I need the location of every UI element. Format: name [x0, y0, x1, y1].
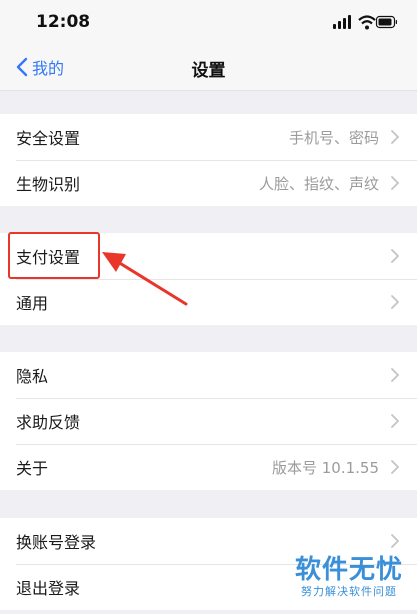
- status-bar: 12:08: [0, 0, 417, 44]
- signal-icon: [333, 15, 351, 29]
- row-label: 隐私: [16, 367, 49, 386]
- chevron-right-icon: [391, 176, 399, 190]
- row-label: 通用: [16, 294, 49, 313]
- row-label: 换账号登录: [16, 533, 97, 552]
- row-value: 人脸、指纹、声纹: [258, 174, 379, 193]
- wifi-icon: [358, 15, 376, 30]
- row-value: 版本号 10.1.55: [271, 458, 379, 477]
- row-label: 求助反馈: [16, 413, 81, 432]
- nav-bar: 我的 设置: [0, 44, 417, 91]
- row-label: 安全设置: [16, 129, 81, 148]
- settings-row-about[interactable]: 关于 版本号 10.1.55: [0, 444, 417, 490]
- watermark-logo: 软件无忧 努力解决软件问题: [295, 555, 403, 599]
- chevron-right-icon: [391, 414, 399, 428]
- chevron-right-icon: [391, 368, 399, 382]
- row-label: 关于: [16, 459, 49, 478]
- chevron-right-icon: [391, 130, 399, 144]
- settings-row-biometric[interactable]: 生物识别 人脸、指纹、声纹: [0, 160, 417, 206]
- settings-row-feedback[interactable]: 求助反馈: [0, 398, 417, 444]
- page-title: 设置: [191, 61, 226, 81]
- settings-group-security: 安全设置 手机号、密码 生物识别 人脸、指纹、声纹: [0, 114, 417, 206]
- settings-row-privacy[interactable]: 隐私: [0, 352, 417, 398]
- settings-row-general[interactable]: 通用: [0, 279, 417, 325]
- status-icons: [333, 14, 398, 30]
- annotation-arrow-icon: [102, 252, 188, 306]
- watermark-sub: 努力解决软件问题: [301, 585, 397, 598]
- status-time: 12:08: [36, 12, 91, 32]
- settings-row-security[interactable]: 安全设置 手机号、密码: [0, 114, 417, 160]
- chevron-right-icon: [391, 534, 399, 548]
- row-label: 退出登录: [16, 579, 81, 598]
- annotation-highlight-box: [8, 232, 100, 279]
- battery-icon: [375, 15, 398, 29]
- watermark-main: 软件无忧: [295, 555, 404, 585]
- chevron-right-icon: [391, 460, 399, 474]
- settings-group-about: 隐私 求助反馈 关于 版本号 10.1.55: [0, 352, 417, 490]
- row-label: 生物识别: [16, 175, 81, 194]
- chevron-right-icon: [391, 249, 399, 263]
- row-value: 手机号、密码: [288, 128, 379, 147]
- chevron-right-icon: [391, 295, 399, 309]
